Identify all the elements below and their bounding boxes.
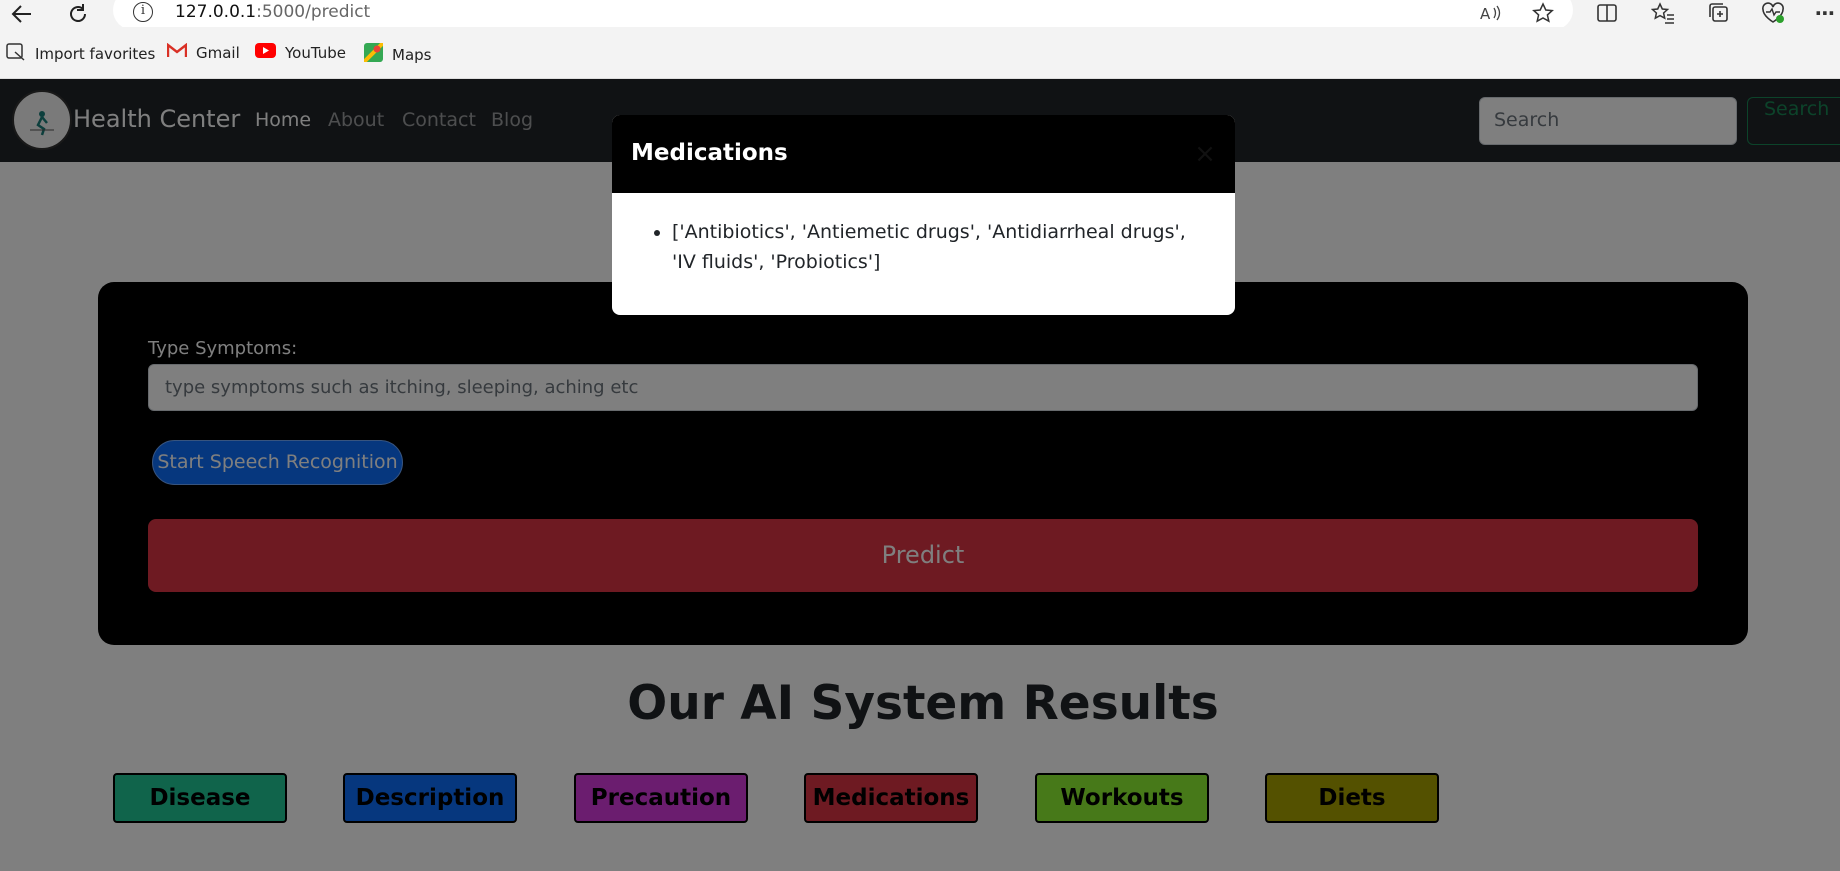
- gmail-icon: [166, 42, 188, 62]
- modal-body: ['Antibiotics', 'Antiemetic drugs', 'Ant…: [612, 193, 1235, 315]
- medications-modal: Medications × ['Antibiotics', 'Antiemeti…: [612, 115, 1235, 315]
- favorites-icon[interactable]: [1650, 1, 1676, 25]
- import-icon: [6, 43, 26, 65]
- bookmark-maps[interactable]: Maps: [362, 41, 431, 66]
- browser-essentials-icon[interactable]: [1760, 1, 1786, 25]
- modal-title: Medications: [631, 140, 788, 166]
- bookmark-gmail[interactable]: Gmail: [166, 42, 240, 62]
- back-button[interactable]: [7, 0, 37, 27]
- bookmarks-bar: Import favorites Gmail YouTube Maps: [0, 27, 1840, 79]
- bookmark-youtube[interactable]: YouTube: [255, 43, 346, 62]
- close-icon[interactable]: ×: [1190, 139, 1220, 169]
- bookmark-import-favorites[interactable]: Import favorites: [6, 43, 155, 65]
- svg-text:A: A: [1480, 5, 1491, 22]
- browser-toolbar: i 127.0.0.1:5000/predict A ⋯: [0, 0, 1840, 30]
- medications-list: ['Antibiotics', 'Antiemetic drugs', 'Ant…: [650, 217, 1210, 277]
- collections-icon[interactable]: [1706, 1, 1732, 25]
- more-options-icon[interactable]: ⋯: [1812, 1, 1838, 25]
- modal-header: Medications ×: [612, 115, 1235, 193]
- maps-icon: [362, 41, 385, 66]
- read-aloud-icon[interactable]: A: [1478, 1, 1504, 25]
- youtube-icon: [255, 43, 276, 62]
- list-item: ['Antibiotics', 'Antiemetic drugs', 'Ant…: [672, 217, 1210, 277]
- url-text: 127.0.0.1:5000/predict: [175, 2, 371, 22]
- favorite-star-icon[interactable]: [1530, 1, 1556, 25]
- site-info-icon[interactable]: i: [133, 2, 153, 22]
- address-bar[interactable]: i 127.0.0.1:5000/predict: [113, 0, 1573, 30]
- reload-button[interactable]: [63, 0, 93, 27]
- split-screen-icon[interactable]: [1594, 1, 1620, 25]
